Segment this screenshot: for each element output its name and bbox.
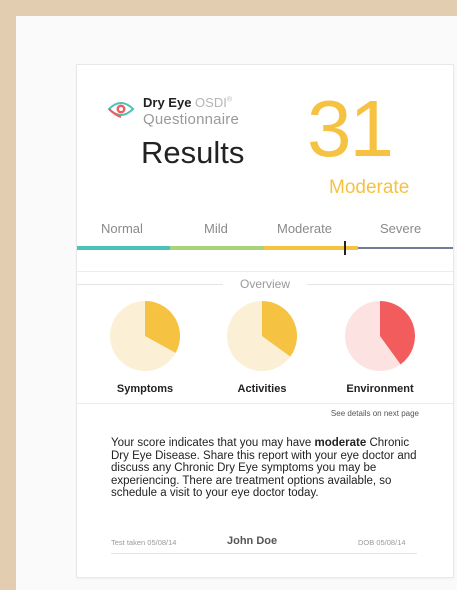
scale-bar-normal <box>77 246 170 250</box>
score-value: 31 <box>307 84 394 173</box>
eye-logo-icon <box>107 102 135 118</box>
pie-symptoms <box>110 301 180 371</box>
pie-activities <box>227 301 297 371</box>
overview-line-right <box>307 284 453 285</box>
scale-label-mild: Mild <box>204 221 228 236</box>
scale-label-moderate: Moderate <box>277 221 332 236</box>
scale-bar-mild <box>170 246 264 250</box>
score-category: Moderate <box>329 177 410 198</box>
footer-divider <box>111 553 417 554</box>
pie-label-activities: Activities <box>237 383 287 395</box>
scale-label-normal: Normal <box>101 221 143 236</box>
section-divider <box>77 271 453 272</box>
details-note: See details on next page <box>330 409 419 418</box>
section-divider <box>77 403 453 404</box>
scale-bar-severe <box>358 247 453 249</box>
test-taken-date: Test taken 05/08/14 <box>111 538 177 547</box>
patient-name: John Doe <box>227 535 278 547</box>
result-message: Your score indicates that you may have m… <box>111 437 417 499</box>
pie-label-symptoms: Symptoms <box>116 383 174 395</box>
pie-environment <box>345 301 415 371</box>
score-marker <box>344 241 346 255</box>
page-frame: Dry Eye OSDI® Questionnaire Results 31 M… <box>16 16 457 590</box>
brand-name: Dry Eye OSDI® <box>143 95 233 110</box>
date-of-birth: DOB 05/08/14 <box>358 538 406 547</box>
scale-label-severe: Severe <box>380 221 422 236</box>
results-card: Dry Eye OSDI® Questionnaire Results 31 M… <box>76 64 454 578</box>
pie-label-environment: Environment <box>346 383 414 395</box>
brand-subtitle: Questionnaire <box>143 111 239 128</box>
page-title: Results <box>141 135 245 170</box>
